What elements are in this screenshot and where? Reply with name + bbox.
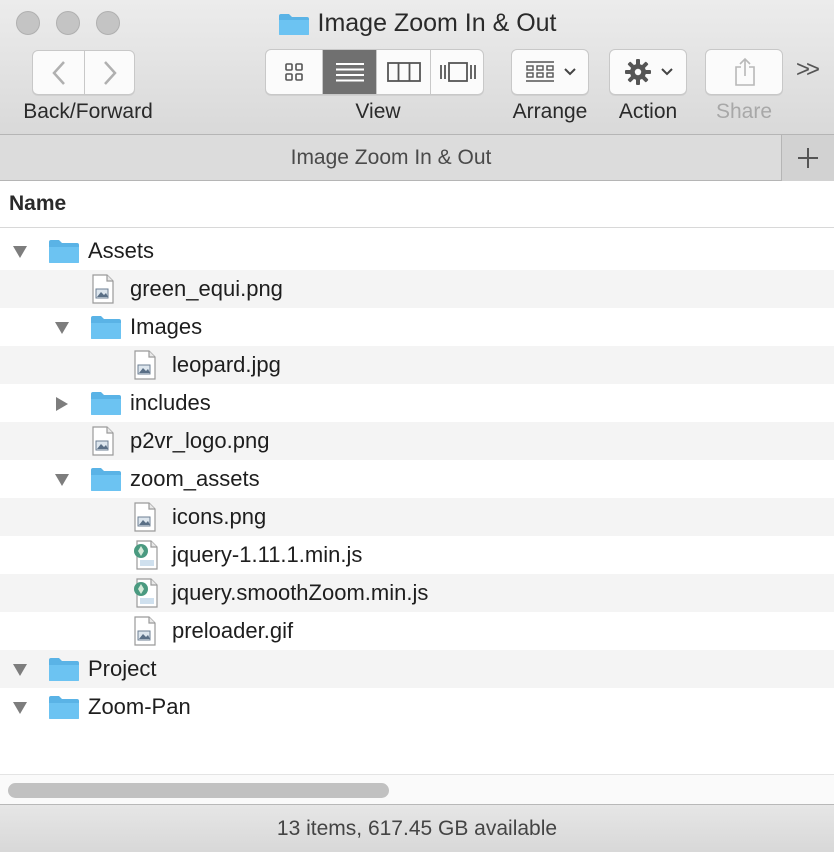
horizontal-scrollbar[interactable] [0, 774, 834, 804]
share-icon [735, 57, 755, 86]
folder-icon [90, 466, 122, 496]
share-button-content [706, 50, 784, 94]
path-bar-title: Image Zoom In & Out [290, 146, 492, 169]
back-forward-control [32, 50, 135, 95]
image-file-icon [90, 426, 122, 456]
list-lines-icon [335, 63, 364, 82]
file-row[interactable]: p2vr_logo.png [0, 422, 834, 460]
folder-row[interactable]: Assets [0, 232, 834, 270]
action-button-content [610, 50, 688, 94]
share-label: Share [715, 100, 773, 123]
gear-icon [625, 59, 651, 85]
item-name: Zoom-Pan [88, 694, 191, 719]
item-name: zoom_assets [130, 466, 260, 491]
path-bar: Image Zoom In & Out [0, 135, 834, 181]
image-file-icon [132, 616, 164, 646]
arrange-label: Arrange [512, 100, 588, 123]
item-name: p2vr_logo.png [130, 428, 270, 453]
column-header-name[interactable]: Name [0, 182, 834, 228]
add-tab-button[interactable] [781, 135, 834, 181]
item-name: Images [130, 314, 203, 339]
plus-icon [798, 148, 818, 168]
image-file-icon [132, 350, 164, 380]
window-title: Image Zoom In & Out [0, 6, 834, 45]
folder-row[interactable]: Images [0, 308, 834, 346]
item-name: preloader.gif [172, 618, 294, 643]
view-label: View [355, 100, 401, 123]
chevron-right-icon [104, 60, 117, 85]
folder-row[interactable]: includes [0, 384, 834, 422]
image-file-icon [132, 502, 164, 532]
disclosure-triangle-right-icon[interactable] [54, 396, 70, 412]
back-forward-label: Back/Forward [23, 100, 153, 123]
toolbar-overflow-button[interactable]: >> [796, 56, 820, 84]
folder-icon [48, 238, 80, 268]
column-header-label: Name [9, 192, 67, 215]
icon-view-button[interactable] [266, 50, 322, 94]
list-view-button[interactable] [322, 50, 376, 94]
columns-icon [386, 62, 421, 82]
folder-icon [90, 390, 122, 420]
disclosure-triangle-down-icon[interactable] [54, 320, 70, 336]
arrange-button-content [512, 50, 590, 94]
cover-flow-view-button[interactable] [430, 50, 483, 94]
folder-row[interactable]: Project [0, 650, 834, 688]
file-row[interactable]: green_equi.png [0, 270, 834, 308]
file-row[interactable]: leopard.jpg [0, 346, 834, 384]
chevron-down-icon [661, 68, 673, 76]
file-row[interactable]: preloader.gif [0, 612, 834, 650]
view-control [265, 49, 484, 95]
icon-grid-icon [285, 63, 303, 81]
back-button[interactable] [33, 51, 84, 94]
image-file-icon [90, 274, 122, 304]
folder-icon [48, 694, 80, 724]
folder-row[interactable]: Zoom-Pan [0, 688, 834, 726]
file-row[interactable]: jquery-1.11.1.min.js [0, 536, 834, 574]
folder-icon [278, 11, 310, 45]
item-name: jquery-1.11.1.min.js [172, 542, 363, 567]
action-label: Action [618, 100, 678, 123]
column-view-button[interactable] [376, 50, 430, 94]
disclosure-triangle-down-icon[interactable] [12, 662, 28, 678]
folder-icon [48, 656, 80, 686]
toolbar: Image Zoom In & Out Back/Forward View Ar… [0, 0, 834, 135]
item-name: green_equi.png [130, 276, 283, 301]
arrange-grid-icon [526, 61, 554, 82]
window-title-text: Image Zoom In & Out [317, 9, 557, 37]
item-name: icons.png [172, 504, 267, 529]
action-button[interactable] [609, 49, 687, 95]
status-bar: 13 items, 617.45 GB available [0, 804, 834, 852]
folder-icon [90, 314, 122, 344]
arrange-button[interactable] [511, 49, 589, 95]
item-name: Project [88, 656, 157, 681]
item-name: leopard.jpg [172, 352, 281, 377]
chevron-left-icon [51, 60, 65, 85]
folder-row[interactable]: zoom_assets [0, 460, 834, 498]
item-name: includes [130, 390, 211, 415]
disclosure-triangle-down-icon[interactable] [12, 700, 28, 716]
cover-flow-icon [440, 62, 476, 82]
script-file-icon [132, 578, 164, 608]
item-name: Assets [88, 238, 155, 263]
disclosure-triangle-down-icon[interactable] [12, 244, 28, 260]
file-row[interactable]: jquery.smoothZoom.min.js [0, 574, 834, 612]
status-text: 13 items, 617.45 GB available [276, 817, 558, 840]
chevron-down-icon [564, 68, 576, 76]
forward-button[interactable] [84, 51, 135, 94]
file-row[interactable]: icons.png [0, 498, 834, 536]
disclosure-triangle-down-icon[interactable] [54, 472, 70, 488]
script-file-icon [132, 540, 164, 570]
item-name: jquery.smoothZoom.min.js [172, 580, 429, 605]
share-button[interactable] [705, 49, 783, 95]
scrollbar-thumb[interactable] [8, 783, 389, 798]
